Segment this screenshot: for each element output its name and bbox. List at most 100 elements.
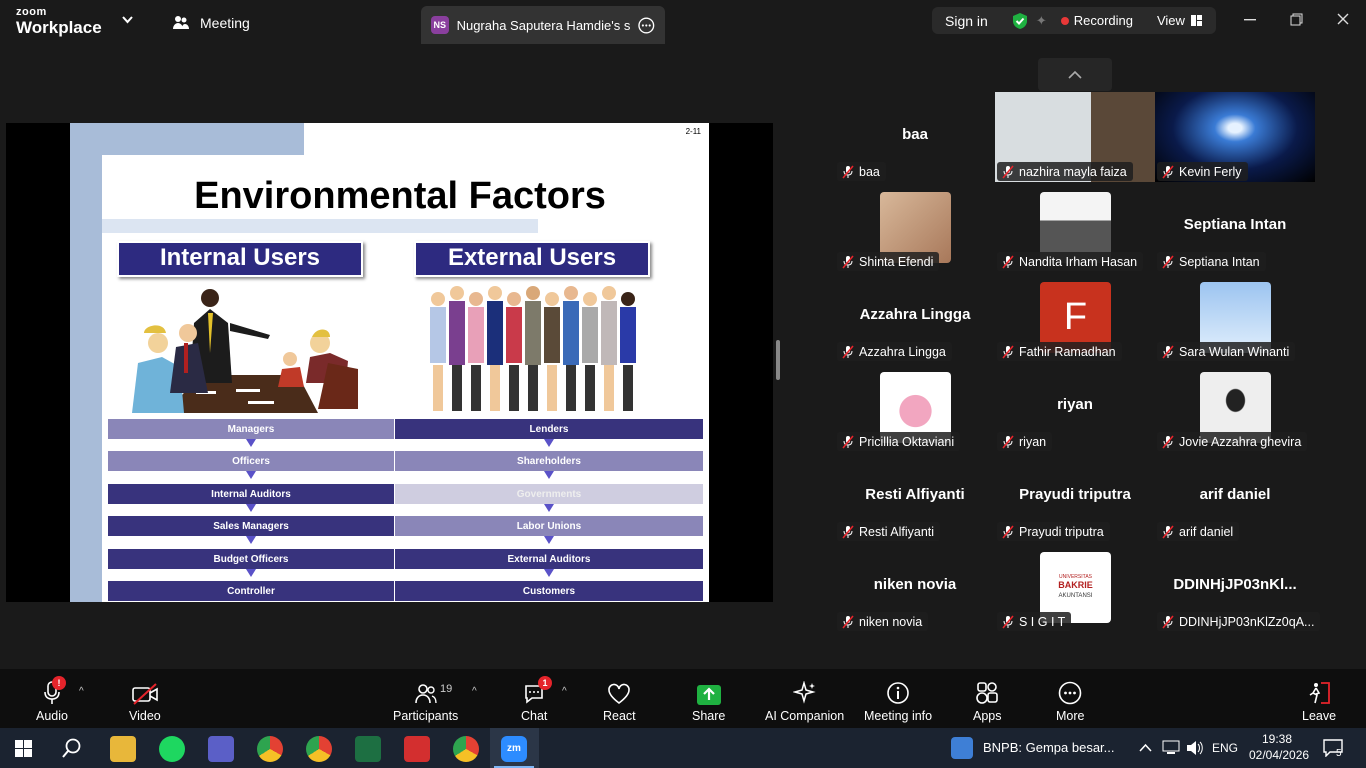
participant-tile[interactable]: Azzahra Lingga Azzahra Lingga [835,272,995,362]
participant-tile[interactable]: baa baa [835,92,995,182]
chevron-down-icon[interactable] [122,16,133,24]
person-body [563,301,579,365]
participant-tile[interactable]: Shinta Efendi [835,182,995,272]
participant-name: Resti Alfiyanti [865,486,965,503]
participants-options-caret[interactable]: ^ [472,686,477,697]
volume-icon[interactable] [1186,740,1204,756]
minimize-icon[interactable] [1244,19,1256,21]
person-body [430,307,446,363]
clock-date[interactable]: 02/04/2026 [1249,748,1309,762]
news-ticker[interactable]: BNPB: Gempa besar... [983,740,1115,755]
chat-options-caret[interactable]: ^ [562,686,567,697]
ai-sparkle-icon[interactable]: ✦ [1036,13,1047,29]
leave-button[interactable]: Leave [1302,679,1336,723]
person-head [564,286,578,300]
share-screen-tab[interactable]: NS Nugraha Saputera Hamdie's screen [421,6,665,44]
close-icon[interactable] [1337,13,1349,25]
file-explorer-icon[interactable] [110,736,136,762]
participant-tile[interactable]: riyan riyan [995,362,1155,452]
share-button[interactable]: Share [692,679,725,723]
participant-tile[interactable]: nazhira mayla faiza [995,92,1155,182]
participant-tile[interactable]: Prayudi triputra Prayudi triputra [995,452,1155,542]
recording-indicator[interactable]: Recording [1060,13,1133,28]
audio-button[interactable]: Audio ! [36,676,68,723]
flow-arrow [246,439,256,447]
person-head [431,292,445,306]
gallery-scroll-up-button[interactable] [1038,58,1112,91]
spotify-icon[interactable] [159,736,185,762]
ai-companion-button[interactable]: AI Companion [765,679,844,723]
apps-button[interactable]: Apps [973,679,1002,723]
participant-label-text: niken novia [859,614,923,629]
search-icon[interactable] [62,738,82,758]
chevron-up-icon[interactable] [1139,743,1152,752]
participant-label: Resti Alfiyanti [837,522,941,541]
participant-label: Fathir Ramadhan [997,342,1122,361]
participant-tile[interactable]: niken novia niken novia [835,542,995,632]
external-user-row: Shareholders [395,451,703,471]
participant-label: Pricillia Oktaviani [837,432,961,451]
participant-tile[interactable]: Septiana Intan Septiana Intan [1155,182,1315,272]
news-icon[interactable] [951,737,973,759]
person-head [507,292,521,306]
windows-start-icon[interactable] [15,740,32,757]
participant-label-text: Prayudi triputra [1019,524,1104,539]
top-right-controls: Sign in ✦ Recording View [932,7,1216,34]
person-head [545,292,559,306]
chrome-icon-2[interactable] [306,736,332,762]
participant-tile[interactable]: Nandita Irham Hasan [995,182,1155,272]
title-bar: zoom Workplace Meeting NS Nugraha Sapute… [0,0,1366,44]
participant-tile[interactable]: Pricillia Oktaviani [835,362,995,452]
video-button[interactable]: Video [129,679,161,723]
network-icon[interactable] [1162,740,1180,756]
flow-arrow [544,471,554,479]
language-indicator[interactable]: ENG [1212,741,1238,755]
participant-tile[interactable]: F Fathir Ramadhan [995,272,1155,362]
teams-icon[interactable] [208,736,234,762]
more-button[interactable]: More [1056,679,1084,723]
acrobat-icon[interactable] [404,736,430,762]
participant-label: Azzahra Lingga [837,342,952,361]
meeting-info-button[interactable]: Meeting info [864,679,932,723]
external-users-header: External Users [414,241,650,277]
view-button[interactable]: View [1157,13,1202,28]
internal-user-row: Sales Managers [108,516,394,536]
restore-icon[interactable] [1290,13,1303,26]
participants-button[interactable]: Participants 19 [393,679,458,723]
flow-arrow [246,504,256,512]
person-head [469,292,483,306]
zoom-app-icon[interactable]: zm [501,736,527,762]
clock-time[interactable]: 19:38 [1262,732,1292,746]
sign-in-button[interactable]: Sign in [945,13,988,29]
participant-tile[interactable]: Kevin Ferly [1155,92,1315,182]
split-resize-handle[interactable] [776,340,780,380]
internal-user-row: Controller [108,581,394,601]
muted-mic-icon [842,614,854,629]
shield-check-icon[interactable] [1012,12,1028,30]
participant-label: riyan [997,432,1053,451]
internal-user-row: Officers [108,451,394,471]
share-label: Share [692,709,726,723]
participant-tile[interactable]: Jovie Azzahra ghevira [1155,362,1315,452]
participant-label-text: Nandita Irham Hasan [1019,254,1138,269]
muted-mic-icon [842,344,854,359]
flow-arrow [544,439,554,447]
chrome-icon[interactable] [257,736,283,762]
participant-tile[interactable]: arif daniel arif daniel [1155,452,1315,542]
chrome-icon-3[interactable] [453,736,479,762]
participant-name: riyan [1057,396,1093,413]
flow-arrow [544,504,554,512]
person-body [506,307,522,363]
participant-tile[interactable]: Resti Alfiyanti Resti Alfiyanti [835,452,995,542]
audio-options-caret[interactable]: ^ [79,686,84,697]
meeting-tab[interactable]: Meeting [172,15,250,31]
chat-button[interactable]: Chat 1 [521,676,552,723]
internal-user-row: Internal Auditors [108,484,394,504]
react-button[interactable]: React [603,679,636,723]
muted-mic-icon [1162,524,1174,539]
participant-tile[interactable]: Sara Wulan Winanti [1155,272,1315,362]
participant-tile[interactable]: DDINHjJP03nKl... DDINHjJP03nKlZz0qA... [1155,542,1321,632]
participant-tile[interactable]: UNIVERSITAS BAKRIE AKUNTANSI S I G I T [995,542,1155,632]
excel-icon[interactable] [355,736,381,762]
more-options-icon[interactable] [638,16,655,34]
